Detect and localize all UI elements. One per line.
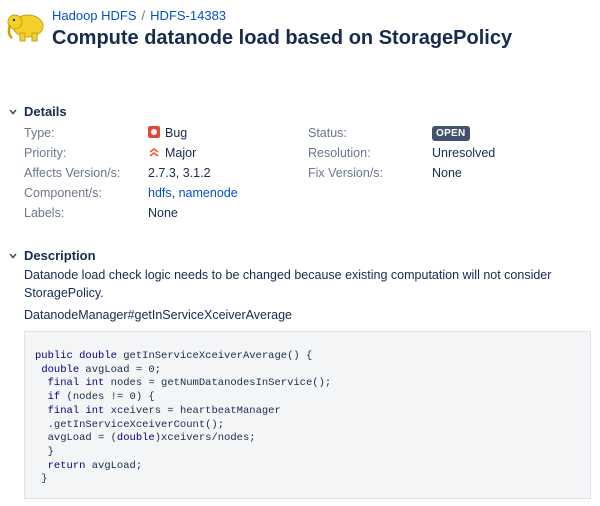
code-line: avgLoad = (double)xceivers/nodes; [35,432,256,445]
component-namenode-link[interactable]: namenode [179,186,238,200]
type-value: Bug [148,126,187,140]
code-line: public double getInServiceXceiverAverage… [35,350,313,362]
components-label: Component/s: [24,186,102,200]
code-content: public double getInServiceXceiverAverage… [35,350,331,487]
code-line: double avgLoad = 0; [41,363,162,376]
breadcrumb-separator: / [141,8,146,23]
bug-icon [148,126,160,138]
code-line: } [35,473,48,486]
component-separator: , [171,186,179,200]
status-label: Status: [308,126,347,140]
priority-label: Priority: [24,146,67,160]
priority-major-icon [149,148,159,157]
code-line: if (nodes != 0) { [47,391,155,404]
type-text: Bug [165,126,188,140]
code-line: .getInServiceXceiverCount(); [35,418,225,431]
labels-value: None [148,206,178,220]
breadcrumb-issue-link[interactable]: HDFS-14383 [150,8,226,23]
chevron-down-icon [9,252,17,259]
description-text: Datanode load check logic needs to be ch… [24,268,552,300]
type-label: Type: [24,126,55,140]
status-badge: OPEN [432,126,470,141]
details-toggle[interactable]: Details [8,104,67,119]
code-line: } [35,445,54,458]
page-title: Compute datanode load based on StoragePo… [52,27,513,49]
priority-text: Major [165,146,197,160]
affects-value: 2.7.3, 3.1.2 [148,166,211,180]
affects-label: Affects Version/s: [24,166,121,180]
code-block: public double getInServiceXceiverAverage… [24,331,591,499]
breadcrumb: Hadoop HDFS / HDFS-14383 [52,8,226,23]
code-line: final int nodes = getNumDatanodesInServi… [47,377,332,390]
labels-label: Labels: [24,206,65,220]
method-reference: DatanodeManager#getInServiceXceiverAvera… [24,308,292,322]
component-hdfs-link[interactable]: hdfs [148,186,172,200]
priority-value: Major [148,146,196,160]
project-logo-icon[interactable] [6,8,48,44]
code-line: final int xceivers = heartbeatManager [47,404,281,417]
resolution-label: Resolution: [308,146,371,160]
resolution-value: Unresolved [432,146,496,160]
chevron-down-icon [9,108,17,115]
fix-version-value: None [432,166,462,180]
description-toggle[interactable]: Description [8,248,96,263]
fix-version-label: Fix Version/s: [308,166,384,180]
description-heading: Description [24,248,96,263]
breadcrumb-project-link[interactable]: Hadoop HDFS [52,8,137,23]
components-value: hdfs, namenode [148,186,238,200]
code-line: return avgLoad; [47,459,143,472]
details-heading: Details [24,104,67,119]
